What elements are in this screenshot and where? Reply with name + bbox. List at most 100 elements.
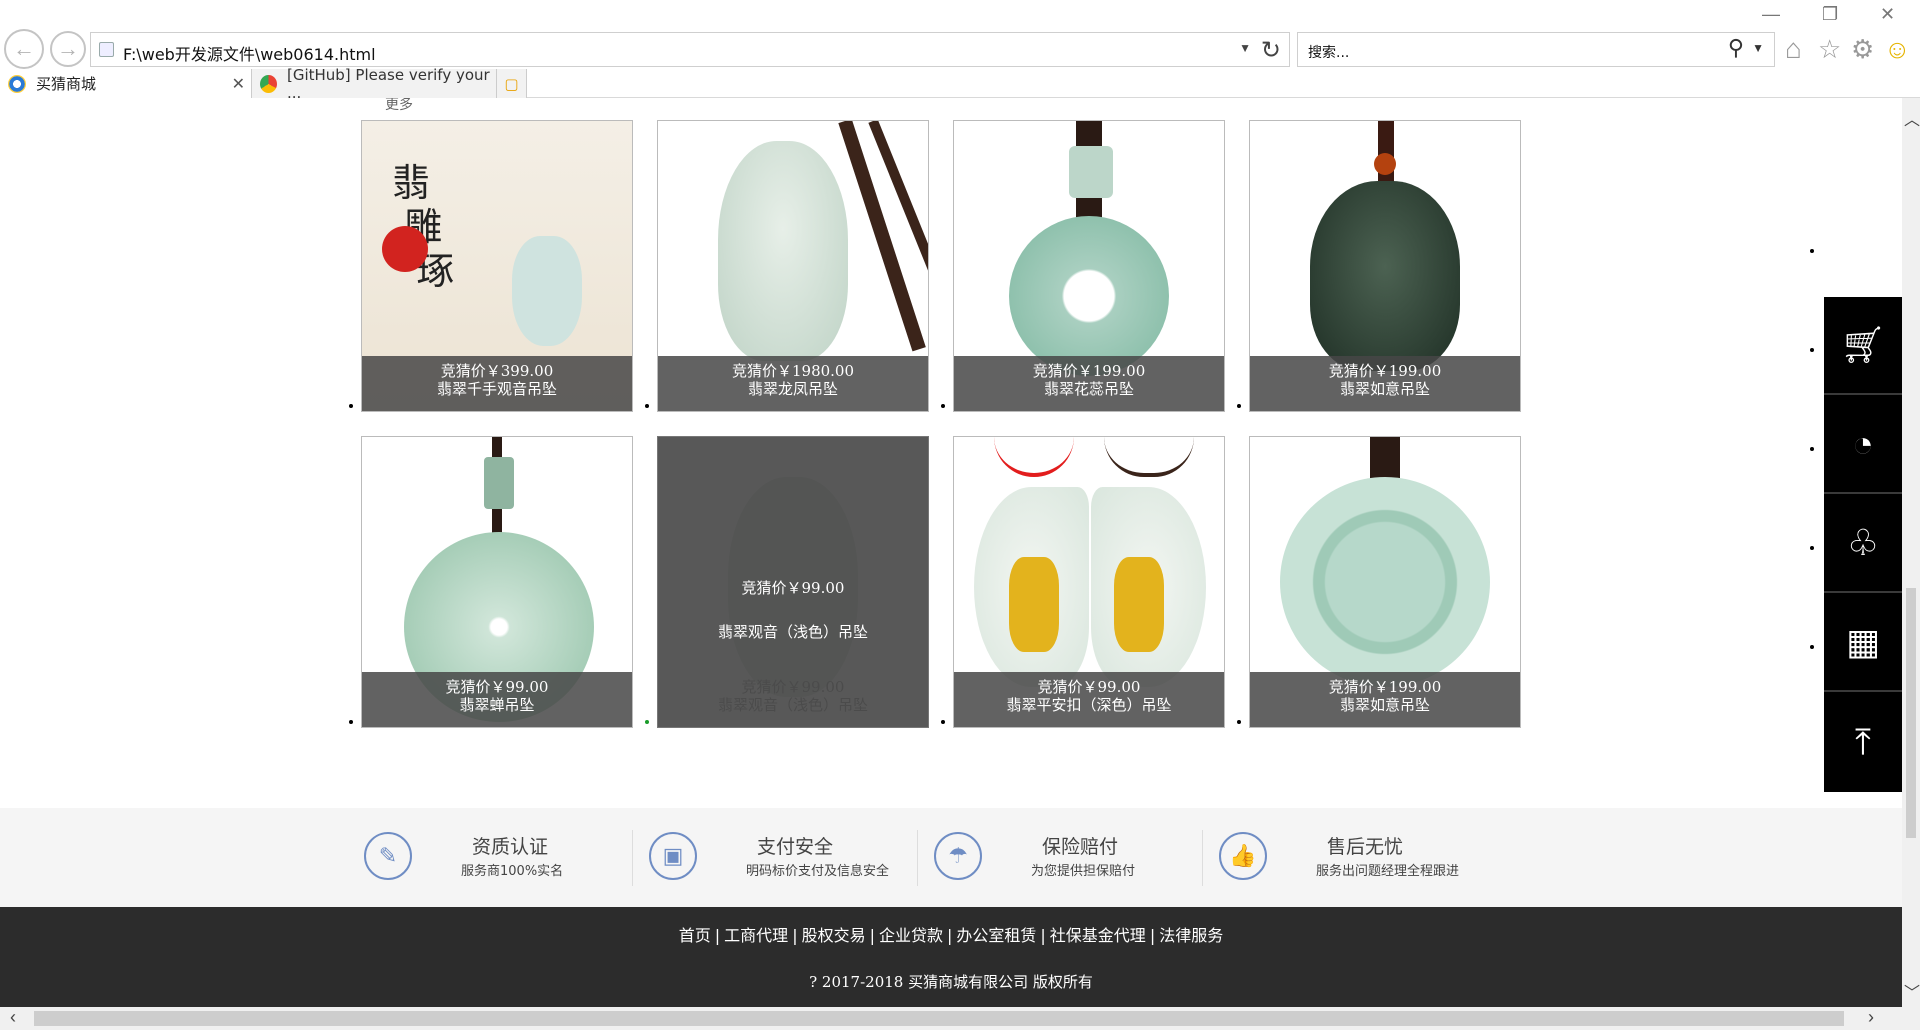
badge-title: 售后无忧 [1327,836,1404,858]
address-url[interactable]: F:\web开发源文件\web0614.html [123,41,376,65]
gear-icon[interactable]: ⚙ [1851,34,1874,65]
product-hover-overlay[interactable]: 竞猜价￥99.00 翡翠观音（浅色）吊坠 [658,437,928,727]
search-icon[interactable]: ⚲ [1728,35,1744,61]
badge-qualification: ✎ 资质认证 服务商100%实名 [364,830,654,886]
close-tab-icon[interactable]: ✕ [232,74,245,93]
badge-payment: ▣ 支付安全 明码标价支付及信息安全 [649,830,939,886]
list-bullet [1237,720,1241,724]
list-bullet [1810,447,1814,451]
new-tab-button[interactable]: ▢ [497,69,527,98]
divider [1202,830,1203,886]
badge-subtitle: 服务出问题经理全程跟进 [1316,864,1460,879]
list-bullet [1810,348,1814,352]
product-name: 翡翠龙凤吊坠 [747,380,838,398]
overlay-name: 翡翠观音（浅色）吊坠 [717,623,868,641]
sidebar-footprint[interactable]: ♧ [1824,495,1902,593]
scroll-thumb[interactable] [34,1011,1844,1026]
vertical-scrollbar[interactable]: ︿ ﹀ [1902,98,1920,1007]
product-card[interactable]: 竞猜价￥199.00 翡翠如意吊坠 [1249,120,1521,412]
footprint-icon: ♧ [1846,522,1880,563]
scroll-down-icon[interactable]: ﹀ [1904,979,1920,1003]
list-bullet [1237,404,1241,408]
ie-icon [8,74,26,93]
sidebar-qrcode[interactable]: ▦ [1824,594,1902,692]
product-price: 竞猜价￥199.00 [1328,362,1442,380]
refresh-icon[interactable]: ↻ [1261,36,1281,65]
product-caption: 竞猜价￥99.00 翡翠平安扣（深色）吊坠 [954,672,1224,727]
footer-link-social-security[interactable]: 社保基金代理 [1050,926,1146,945]
scroll-up-icon[interactable]: ︿ [1904,106,1920,130]
list-bullet [1810,546,1814,550]
sidebar-cart[interactable]: 🛒︎ [1824,297,1902,395]
list-bullet [941,404,945,408]
list-bullet [349,404,353,408]
badge-after-sales: 👍 售后无忧 服务出问题经理全程跟进 [1219,830,1509,886]
horizontal-scrollbar[interactable]: ‹ › [0,1007,1902,1030]
product-name: 翡翠花蕊吊坠 [1043,380,1134,398]
product-card[interactable]: 竞猜价￥1980.00 翡翠龙凤吊坠 [657,120,929,412]
product-card-hover[interactable]: 竞猜价￥99.00 翡翠观音（浅色）吊坠 竞猜价￥99.00 翡翠观音（浅色）吊… [657,436,929,728]
restore-icon[interactable]: ❐ [1822,4,1838,25]
scroll-left-icon[interactable]: ‹ [10,1007,16,1028]
minimize-icon[interactable]: — [1762,4,1780,25]
product-name: 翡翠如意吊坠 [1339,380,1430,398]
product-caption: 竞猜价￥399.00 翡翠千手观音吊坠 [362,356,632,411]
search-input[interactable]: 搜索... [1308,42,1349,62]
favorites-star-icon[interactable]: ☆ [1818,34,1841,65]
qq-penguin-icon: ◔ [1852,423,1874,464]
page-icon [99,42,114,57]
back-to-top-icon: ⤒ [1855,720,1871,762]
product-card[interactable]: 竞猜价￥199.00 翡翠花蕊吊坠 [953,120,1225,412]
cart-icon: 🛒︎ [1840,324,1886,365]
product-card[interactable]: 竞猜价￥199.00 翡翠如意吊坠 [1249,436,1521,728]
product-price: 竞猜价￥1980.00 [731,362,855,380]
browser-toolbar: — ❐ ✕ ← → F:\web开发源文件\web0614.html ▼ ↻ 搜… [0,0,1920,102]
close-window-icon[interactable]: ✕ [1880,4,1895,25]
product-card[interactable]: 翡 雕 琢 竞猜价￥399.00 翡翠千手观音吊坠 [361,120,633,412]
smiley-feedback-icon[interactable]: ☺ [1884,34,1911,65]
forward-button[interactable]: → [50,31,86,67]
tab-maicai-mall[interactable]: 买猜商城 ✕ [0,69,252,98]
sidebar-back-to-top[interactable]: ⤒ [1824,693,1902,791]
arrow-right-icon: → [57,36,79,61]
address-dropdown-icon[interactable]: ▼ [1239,41,1251,55]
footer-link-business-agency[interactable]: 工商代理 [724,926,788,945]
list-bullet [941,720,945,724]
umbrella-icon: ☂ [934,832,982,880]
footer-link-home[interactable]: 首页 [679,926,711,945]
product-name: 翡翠如意吊坠 [1339,696,1430,714]
scroll-right-icon[interactable]: › [1868,1007,1874,1028]
footer-link-equity-trading[interactable]: 股权交易 [802,926,866,945]
tab-strip: 买猜商城 ✕ [GitHub] Please verify your ... ▢ [0,66,1920,102]
wallet-icon: ▣ [649,832,697,880]
search-dropdown-icon[interactable]: ▼ [1752,41,1764,55]
product-card[interactable]: 竞猜价￥99.00 翡翠平安扣（深色）吊坠 [953,436,1225,728]
floating-sidebar: 🛒︎ ◔ ♧ ▦ ⤒ [1824,297,1902,792]
tab-label: [GitHub] Please verify your ... [286,65,490,102]
back-button[interactable]: ← [4,29,44,69]
footer-link-business-loans[interactable]: 企业贷款 [879,926,943,945]
badge-title: 支付安全 [757,836,834,858]
product-price: 竞猜价￥199.00 [1328,678,1442,696]
home-icon[interactable]: ⌂ [1785,33,1802,65]
sidebar-qq[interactable]: ◔ [1824,396,1902,494]
list-bullet [349,720,353,724]
address-bar[interactable]: F:\web开发源文件\web0614.html ▼ ↻ [90,32,1290,67]
badge-subtitle: 明码标价支付及信息安全 [746,864,890,879]
product-price: 竞猜价￥99.00 [445,678,549,696]
footer-link-legal-services[interactable]: 法律服务 [1159,926,1223,945]
footer-link-office-rental[interactable]: 办公室租赁 [956,926,1036,945]
badge-insurance: ☂ 保险赔付 为您提供担保赔付 [934,830,1224,886]
product-caption: 竞猜价￥99.00 翡翠蝉吊坠 [362,672,632,727]
badge-subtitle: 服务商100%实名 [461,864,564,879]
product-card[interactable]: 竞猜价￥99.00 翡翠蝉吊坠 [361,436,633,728]
product-name: 翡翠千手观音吊坠 [436,380,557,398]
tab-label: 买猜商城 [36,75,97,93]
product-caption: 竞猜价￥199.00 翡翠花蕊吊坠 [954,356,1224,411]
browser-window: — ❐ ✕ ← → F:\web开发源文件\web0614.html ▼ ↻ 搜… [0,0,1920,1030]
divider [632,830,633,886]
divider [917,830,918,886]
tab-github[interactable]: [GitHub] Please verify your ... [252,66,497,102]
scroll-thumb[interactable] [1906,588,1916,838]
search-box[interactable]: 搜索... ⚲ ▼ [1297,32,1775,67]
